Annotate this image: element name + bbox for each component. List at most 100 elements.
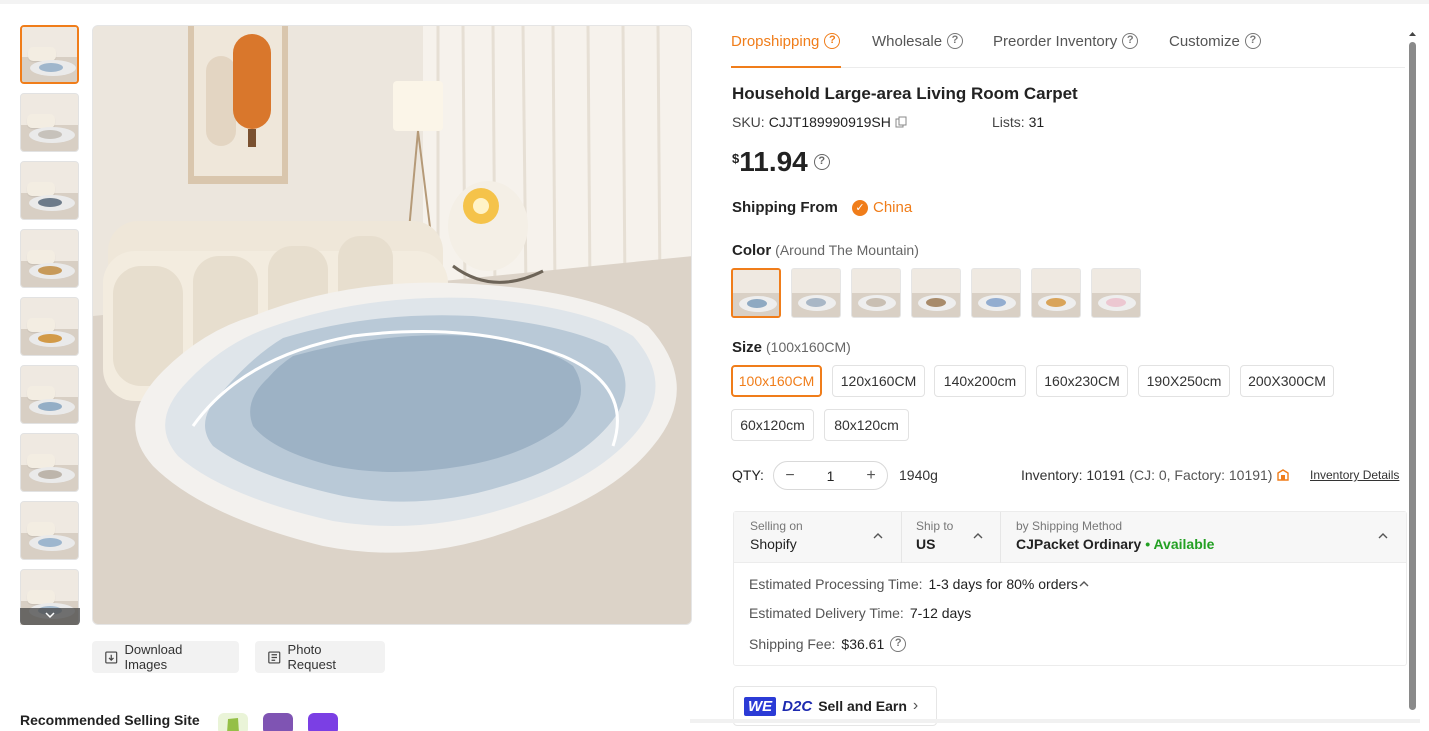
thumbnail-image[interactable]: [20, 229, 79, 288]
ship-to-label: Ship to: [916, 519, 954, 533]
size-option-button[interactable]: 190X250cm: [1138, 365, 1230, 397]
inventory-info: Inventory: 10191 (CJ: 0, Factory: 10191): [1021, 467, 1290, 483]
chevron-right-icon: ›: [912, 697, 919, 714]
ship-to-selector[interactable]: Ship to US: [916, 519, 953, 552]
qty-label: QTY:: [732, 467, 764, 483]
sell-and-earn-label: Sell and Earn: [818, 698, 907, 714]
color-swatch[interactable]: [1031, 268, 1081, 318]
divider: [901, 512, 902, 563]
help-icon[interactable]: ?: [890, 636, 907, 652]
shipping-fee-row: Shipping Fee: $36.61 ?: [749, 636, 907, 652]
chevron-down-icon: [45, 612, 55, 619]
color-swatch[interactable]: [851, 268, 901, 318]
tab-preorder-inventory[interactable]: Preorder Inventory ?: [993, 29, 1139, 53]
availability-status: • Available: [1145, 536, 1215, 552]
tab-label: Preorder Inventory: [993, 32, 1118, 50]
shipping-selector-bar: Selling on Shopify Ship to US by Shippin…: [734, 512, 1406, 563]
tab-wholesale[interactable]: Wholesale ?: [872, 29, 964, 53]
sku-value: CJJT189990919SH: [768, 114, 891, 130]
tab-dropshipping[interactable]: Dropshipping ?: [731, 29, 841, 53]
thumbnail-image[interactable]: [20, 297, 79, 356]
qty-increase-button[interactable]: +: [863, 467, 879, 485]
thumbnail-image[interactable]: [20, 365, 79, 424]
color-label-text: Color: [732, 242, 772, 259]
shipping-method-row: CJPacket Ordinary • Available: [1016, 536, 1214, 552]
size-option-button[interactable]: 200X300CM: [1240, 365, 1334, 397]
bottom-border: [690, 719, 1420, 723]
thumbnail-image[interactable]: [20, 501, 79, 560]
size-option-button[interactable]: 100x160CM: [731, 365, 822, 397]
sku-row: SKU: CJJT189990919SH: [732, 114, 907, 130]
processing-time-label: Estimated Processing Time:: [749, 576, 923, 592]
selling-on-value: Shopify: [750, 536, 797, 552]
thumbnail-image[interactable]: [20, 433, 79, 492]
sku-label: SKU:: [732, 114, 765, 130]
scrollbar-thumb[interactable]: [1409, 42, 1416, 710]
color-swatch[interactable]: [731, 268, 781, 318]
color-swatch[interactable]: [971, 268, 1021, 318]
shipping-fee-label: Shipping Fee:: [749, 636, 836, 652]
processing-time-row: Estimated Processing Time: 1-3 days for …: [749, 576, 1090, 592]
help-icon[interactable]: ?: [1122, 33, 1139, 49]
photo-request-button[interactable]: Photo Request: [255, 641, 385, 673]
wix-icon[interactable]: [308, 713, 338, 731]
selling-on-label: Selling on: [750, 519, 803, 533]
size-option-button[interactable]: 60x120cm: [731, 409, 814, 441]
shipping-from-option[interactable]: ✓ China: [852, 199, 912, 216]
divider: [1000, 512, 1001, 563]
inventory-details-link[interactable]: Inventory Details: [1310, 468, 1399, 482]
size-option-button[interactable]: 120x160CM: [832, 365, 925, 397]
warehouse-icon: [1277, 469, 1290, 481]
download-images-button[interactable]: Download Images: [92, 641, 239, 673]
we-logo: WE: [744, 696, 777, 716]
thumbnail-image[interactable]: [20, 25, 79, 84]
qty-input[interactable]: 1: [827, 468, 835, 484]
d2c-logo: D2C: [782, 697, 813, 715]
tab-label: Dropshipping: [731, 32, 820, 50]
thumbnail-image[interactable]: [20, 93, 79, 152]
color-selected: (Around The Mountain): [775, 242, 919, 258]
color-swatch[interactable]: [1091, 268, 1141, 318]
top-border: [0, 0, 1429, 4]
qty-decrease-button[interactable]: −: [782, 467, 798, 485]
delivery-time-row: Estimated Delivery Time: 7-12 days: [749, 605, 971, 621]
photo-request-label: Photo Request: [287, 642, 336, 672]
tab-label: Wholesale: [872, 32, 943, 50]
page-scrollbar[interactable]: [1408, 30, 1417, 710]
help-icon[interactable]: ?: [1244, 33, 1261, 49]
processing-time-value: 1-3 days for 80% orders: [928, 576, 1078, 592]
tab-customize[interactable]: Customize ?: [1169, 29, 1261, 53]
scroll-up-arrow-icon[interactable]: [1408, 30, 1417, 38]
thumbnail-scroll-down[interactable]: [20, 608, 80, 625]
shipping-from-value: China: [873, 199, 913, 216]
chevron-up-icon[interactable]: [1377, 530, 1389, 542]
chevron-up-icon[interactable]: [872, 530, 884, 542]
size-option-button[interactable]: 140x200cm: [934, 365, 1026, 397]
inventory-breakdown: (CJ: 0, Factory: 10191): [1129, 467, 1273, 483]
thumbnail-image[interactable]: [20, 161, 79, 220]
copy-icon[interactable]: [895, 116, 907, 128]
carpet-scene-illustration: [93, 26, 691, 624]
shipping-method-selector[interactable]: by Shipping Method CJPacket Ordinary • A…: [1016, 519, 1214, 552]
selling-on-selector[interactable]: Selling on Shopify: [750, 519, 803, 552]
purchase-mode-tabs: Dropshipping ? Wholesale ? Preorder Inve…: [731, 26, 1405, 68]
lists-value: 31: [1028, 114, 1045, 130]
woocommerce-icon[interactable]: [263, 713, 293, 731]
photo-request-icon: [268, 650, 281, 664]
chevron-up-icon[interactable]: [972, 530, 984, 542]
size-option-button[interactable]: 160x230CM: [1036, 365, 1128, 397]
size-option-button[interactable]: 80x120cm: [824, 409, 909, 441]
shopify-icon[interactable]: [218, 713, 248, 731]
price: $ 11.94 ?: [732, 146, 830, 178]
product-title: Household Large-area Living Room Carpet: [732, 84, 1078, 103]
chevron-up-icon[interactable]: [1078, 578, 1090, 590]
help-icon[interactable]: ?: [947, 33, 964, 49]
main-product-image[interactable]: [92, 25, 692, 625]
check-icon: ✓: [852, 199, 868, 216]
price-help-icon[interactable]: ?: [813, 154, 830, 170]
color-swatch[interactable]: [911, 268, 961, 318]
help-icon[interactable]: ?: [824, 33, 841, 49]
color-swatch[interactable]: [791, 268, 841, 318]
shipping-from-label: Shipping From: [732, 199, 838, 216]
delivery-time-value: 7-12 days: [909, 605, 972, 621]
